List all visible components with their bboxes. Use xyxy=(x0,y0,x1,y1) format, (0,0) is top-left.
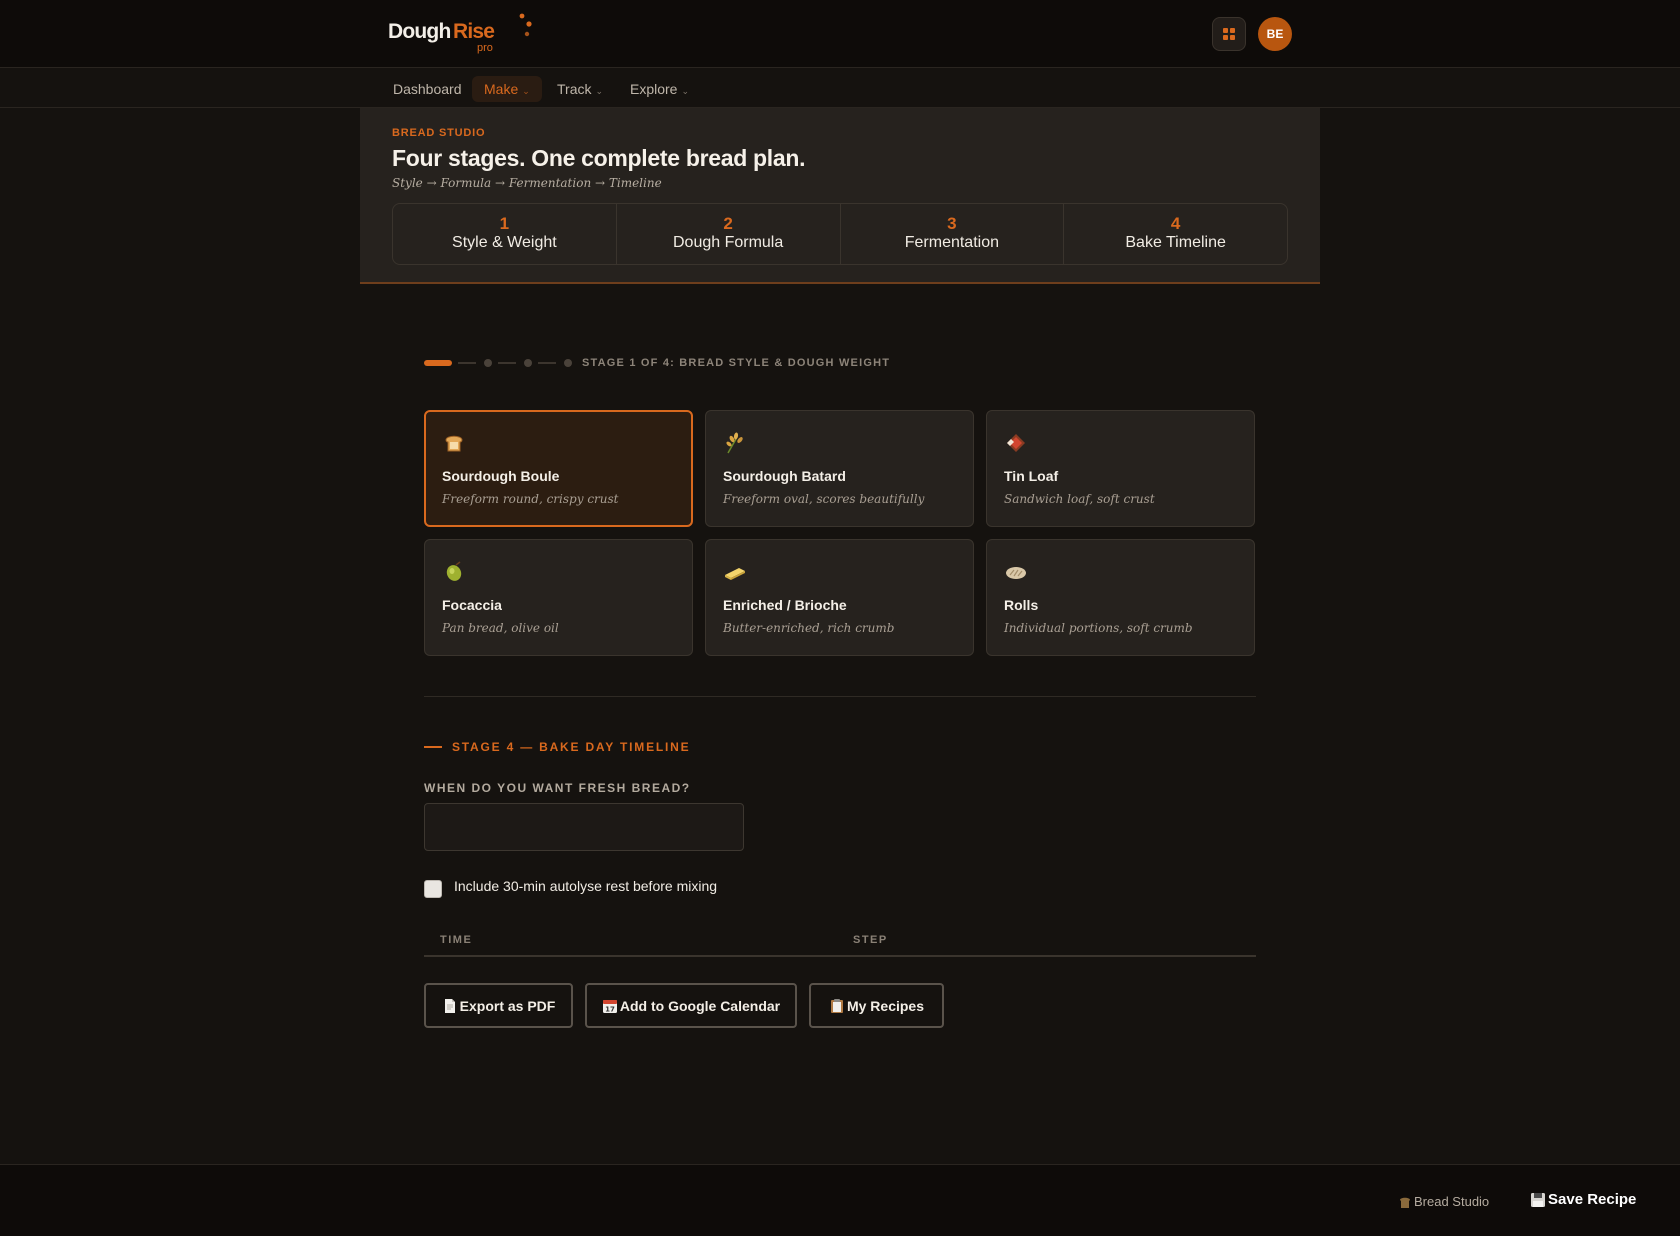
progress-active-step xyxy=(424,360,452,366)
tab-stage-1[interactable]: 1 Style & Weight xyxy=(393,204,617,264)
svg-text:17: 17 xyxy=(605,1005,615,1013)
main-nav: Dashboard Make ⌄ Track ⌄ Explore ⌄ xyxy=(0,68,1680,108)
calendar-icon: 17 xyxy=(602,999,617,1013)
timeline-col-step: STEP xyxy=(853,934,888,946)
style-description: Individual portions, soft crumb xyxy=(1004,621,1193,635)
style-name: Enriched / Brioche xyxy=(723,597,847,613)
save-recipe-label: Save Recipe xyxy=(1548,1191,1637,1208)
stage-number: 1 xyxy=(499,214,510,233)
export-pdf-label: Export as PDF xyxy=(459,997,556,1014)
stage-label: Bake Timeline xyxy=(1125,234,1226,251)
bread-icon xyxy=(1400,1197,1410,1208)
page-subtitle: Style → Formula → Fermentation → Timelin… xyxy=(392,176,662,190)
footer-studio-label: Bread Studio xyxy=(1414,1194,1490,1209)
style-description: Freeform round, crispy crust xyxy=(442,492,619,506)
stage-tabs: 1 Style & Weight 2 Dough Formula 3 Ferme… xyxy=(392,203,1288,265)
nav-make[interactable]: Make ⌄ xyxy=(472,76,542,102)
style-card-rolls[interactable]: Rolls Individual portions, soft crumb xyxy=(986,539,1255,656)
stage-label: Dough Formula xyxy=(672,234,784,251)
stage-label: Style & Weight xyxy=(452,234,557,251)
brand-word-dough: Dough xyxy=(388,20,451,43)
roll-icon xyxy=(1006,567,1026,579)
timeline-section-title: STAGE 4 — BAKE DAY TIMELINE xyxy=(452,740,691,754)
loaf-icon xyxy=(1007,434,1025,452)
style-card-sourdough-boule[interactable]: Sourdough Boule Freeform round, crispy c… xyxy=(424,410,693,527)
style-card-focaccia[interactable]: Focaccia Pan bread, olive oil xyxy=(424,539,693,656)
style-description: Freeform oval, scores beautifully xyxy=(723,492,925,506)
style-name: Rolls xyxy=(1004,597,1039,613)
google-calendar-button[interactable]: 17 Add to Google Calendar xyxy=(585,983,797,1028)
save-recipe-button[interactable]: Save Recipe xyxy=(1530,1191,1636,1208)
style-card-enriched-brioche[interactable]: Enriched / Brioche Butter-enriched, rich… xyxy=(705,539,974,656)
tab-stage-2[interactable]: 2 Dough Formula xyxy=(617,204,841,264)
style-card-tin-loaf[interactable]: Tin Loaf Sandwich loaf, soft crust xyxy=(986,410,1255,527)
studio-kicker: BREAD STUDIO xyxy=(392,127,486,139)
nav-explore-label: Explore xyxy=(630,81,678,97)
apps-grid-button[interactable] xyxy=(1212,17,1246,51)
brand-logo[interactable]: Dough Rise pro xyxy=(388,13,538,54)
user-avatar[interactable]: BE xyxy=(1258,17,1292,51)
style-description: Butter-enriched, rich crumb xyxy=(723,621,895,635)
timeline-header-rule xyxy=(424,955,1256,957)
nav-make-label: Make xyxy=(484,81,519,97)
style-description: Sandwich loaf, soft crust xyxy=(1004,492,1155,506)
my-recipes-label: My Recipes xyxy=(846,997,925,1014)
logo-dots-icon xyxy=(519,13,532,37)
progress-connector xyxy=(458,362,476,364)
chevron-down-icon: ⌄ xyxy=(681,86,690,96)
studio-header: BREAD STUDIO Four stages. One complete b… xyxy=(360,108,1320,284)
bake-time-input[interactable] xyxy=(424,803,744,851)
footer-bread-studio-link[interactable]: Bread Studio xyxy=(1398,1194,1489,1209)
tab-stage-3[interactable]: 3 Fermentation xyxy=(841,204,1065,264)
nav-explore[interactable]: Explore ⌄ xyxy=(618,76,701,102)
export-pdf-button[interactable]: Export as PDF xyxy=(424,983,573,1028)
tab-stage-4[interactable]: 4 Bake Timeline xyxy=(1064,204,1287,264)
progress-label: STAGE 1 OF 4: BREAD STYLE & DOUGH WEIGHT xyxy=(582,357,891,369)
autolyse-label[interactable]: Include 30-min autolyse rest before mixi… xyxy=(454,878,717,894)
progress-step-dot xyxy=(484,359,492,367)
heading-accent-line xyxy=(424,746,442,748)
timeline-col-time: TIME xyxy=(440,934,473,946)
style-description: Pan bread, olive oil xyxy=(442,621,559,635)
nav-dashboard[interactable]: Dashboard xyxy=(381,76,474,102)
chevron-down-icon: ⌄ xyxy=(522,86,530,96)
top-bar: Dough Rise pro BE xyxy=(0,0,1680,68)
progress-connector xyxy=(498,362,516,364)
my-recipes-button[interactable]: My Recipes xyxy=(809,983,944,1028)
stage-number: 3 xyxy=(947,214,957,233)
footer-bar: Bread Studio Save Recipe xyxy=(0,1164,1680,1236)
brand-tier: pro xyxy=(477,42,493,54)
nav-track-label: Track xyxy=(557,81,592,97)
stage-number: 4 xyxy=(1170,214,1181,233)
page-title: Four stages. One complete bread plan. xyxy=(392,145,806,171)
autolyse-checkbox[interactable] xyxy=(424,880,442,898)
nav-track[interactable]: Track ⌄ xyxy=(545,76,615,102)
clipboard-icon xyxy=(830,998,843,1013)
floppy-disk-icon xyxy=(1531,1192,1545,1207)
google-calendar-label: Add to Google Calendar xyxy=(619,997,781,1014)
brand-word-rise: Rise xyxy=(453,20,495,43)
style-name: Sourdough Batard xyxy=(723,468,846,484)
stage-progress: STAGE 1 OF 4: BREAD STYLE & DOUGH WEIGHT xyxy=(424,357,1024,369)
style-card-sourdough-batard[interactable]: Sourdough Batard Freeform oval, scores b… xyxy=(705,410,974,527)
section-divider xyxy=(424,696,1256,697)
progress-step-dot xyxy=(564,359,572,367)
style-name: Tin Loaf xyxy=(1004,468,1059,484)
olive-icon xyxy=(446,561,462,581)
bake-time-label: WHEN DO YOU WANT FRESH BREAD? xyxy=(424,781,691,795)
butter-icon xyxy=(725,568,745,580)
progress-connector xyxy=(538,362,556,364)
stage-number: 2 xyxy=(723,214,733,233)
progress-step-dot xyxy=(524,359,532,367)
wheat-icon xyxy=(726,432,743,454)
document-icon xyxy=(444,998,455,1013)
style-name: Focaccia xyxy=(442,597,502,613)
stage-label: Fermentation xyxy=(904,234,999,251)
nav-dashboard-label: Dashboard xyxy=(393,81,462,97)
bread-icon xyxy=(445,435,463,452)
chevron-down-icon: ⌄ xyxy=(595,86,604,96)
style-name: Sourdough Boule xyxy=(442,468,560,484)
